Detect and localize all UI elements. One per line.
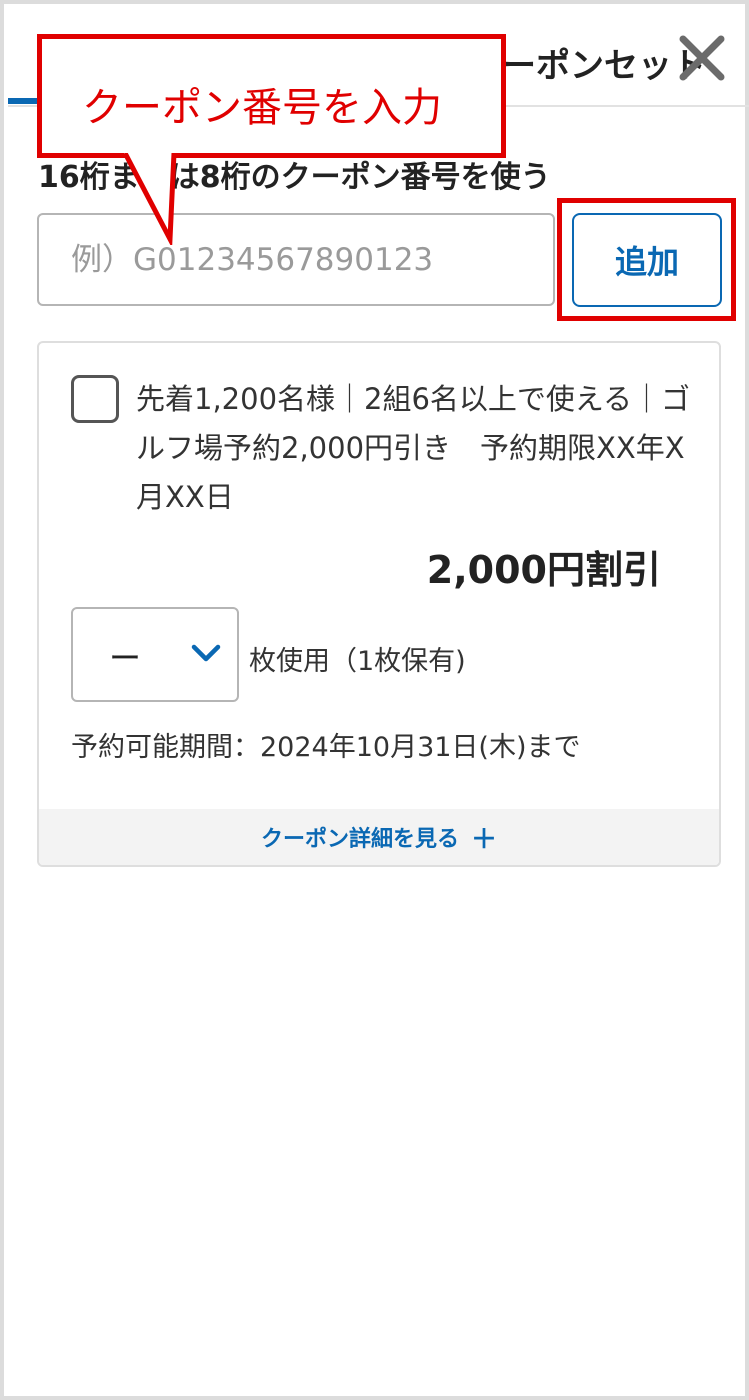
- callout-text: クーポン番号を入力: [82, 85, 442, 131]
- callout-tail: [124, 153, 177, 245]
- screen-frame: クーポンセット 16桁または8桁のクーポン番号を使う 追加 クーポン番号を入力 …: [0, 0, 749, 1400]
- coupon-checkbox[interactable]: [71, 375, 119, 423]
- add-button[interactable]: 追加: [572, 213, 722, 307]
- annotation-callout: クーポン番号を入力: [37, 34, 506, 158]
- close-icon: [679, 35, 725, 81]
- quantity-value: ー: [109, 639, 142, 677]
- reservation-period: 予約可能期間：2024年10月31日(木)まで: [71, 732, 581, 763]
- coupon-card: 先着1,200名様｜2組6名以上で使える｜ゴルフ場予約2,000円引き 予約期限…: [37, 341, 721, 867]
- chevron-down-icon: [191, 644, 221, 662]
- coupon-details-label: クーポン詳細を見る: [260, 827, 459, 852]
- quantity-select[interactable]: ー: [71, 607, 239, 702]
- close-button[interactable]: [676, 32, 728, 84]
- plus-icon: ＋: [471, 824, 498, 855]
- coupon-code-label: 16桁または8桁のクーポン番号を使う: [38, 160, 551, 195]
- coupon-details-link[interactable]: クーポン詳細を見る ＋: [39, 809, 719, 865]
- coupon-code-input[interactable]: [37, 213, 555, 306]
- coupon-description: 先着1,200名様｜2組6名以上で使える｜ゴルフ場予約2,000円引き 予約期限…: [136, 382, 691, 514]
- discount-amount: 2,000円割引: [426, 548, 661, 592]
- quantity-label: 枚使用（1枚保有): [249, 646, 466, 677]
